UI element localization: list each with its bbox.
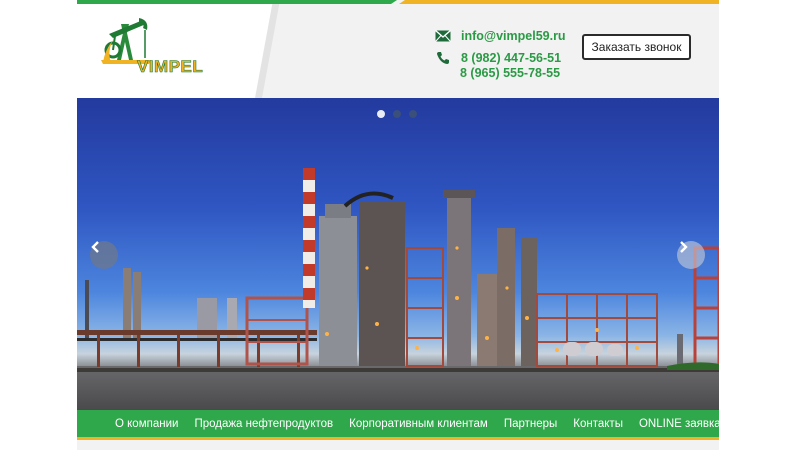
- chevron-left-icon: [91, 241, 99, 253]
- slider-prev-button[interactable]: [90, 241, 118, 269]
- site-logo[interactable]: VIMPEL: [99, 16, 214, 80]
- top-accent-yellow: [399, 0, 719, 4]
- nav-item-sales[interactable]: Продажа нефтепродуктов: [194, 418, 333, 430]
- phone-number-1[interactable]: 8 (982) 447-56-51: [461, 51, 561, 65]
- email-link[interactable]: info@vimpel59.ru: [461, 29, 566, 43]
- top-accent-green: [77, 0, 397, 4]
- slider-dot-2[interactable]: [393, 110, 401, 118]
- slider-dot-3[interactable]: [409, 110, 417, 118]
- slider-dots: [377, 110, 417, 118]
- site-header: VIMPEL info@vimpel59.ru 8 (982) 447-56-5…: [77, 0, 719, 98]
- page-content-area: [77, 440, 719, 450]
- envelope-icon: [435, 29, 451, 43]
- nav-item-corporate[interactable]: Корпоративным клиентам: [349, 418, 488, 430]
- page: VIMPEL info@vimpel59.ru 8 (982) 447-56-5…: [77, 0, 719, 450]
- hero-slider: [77, 98, 719, 410]
- logo-text: VIMPEL: [137, 57, 204, 77]
- callback-button[interactable]: Заказать звонок: [582, 34, 691, 60]
- nav-item-contacts[interactable]: Контакты: [573, 418, 623, 430]
- phone-icon: [435, 51, 451, 65]
- phone-contact[interactable]: 8 (982) 447-56-51: [435, 49, 561, 67]
- nav-item-about[interactable]: О компании: [115, 418, 178, 430]
- main-nav: О компании Продажа нефтепродуктов Корпор…: [77, 410, 719, 437]
- phone-number-2[interactable]: 8 (965) 555-78-55: [460, 66, 560, 80]
- nav-item-partners[interactable]: Партнеры: [504, 418, 557, 430]
- refinery-image: [77, 168, 719, 410]
- nav-item-online-request[interactable]: ONLINE заявка: [639, 418, 719, 430]
- slider-dot-1[interactable]: [377, 110, 385, 118]
- slider-next-button[interactable]: [677, 241, 705, 269]
- chevron-right-icon: [680, 241, 688, 253]
- email-contact[interactable]: info@vimpel59.ru: [435, 27, 566, 45]
